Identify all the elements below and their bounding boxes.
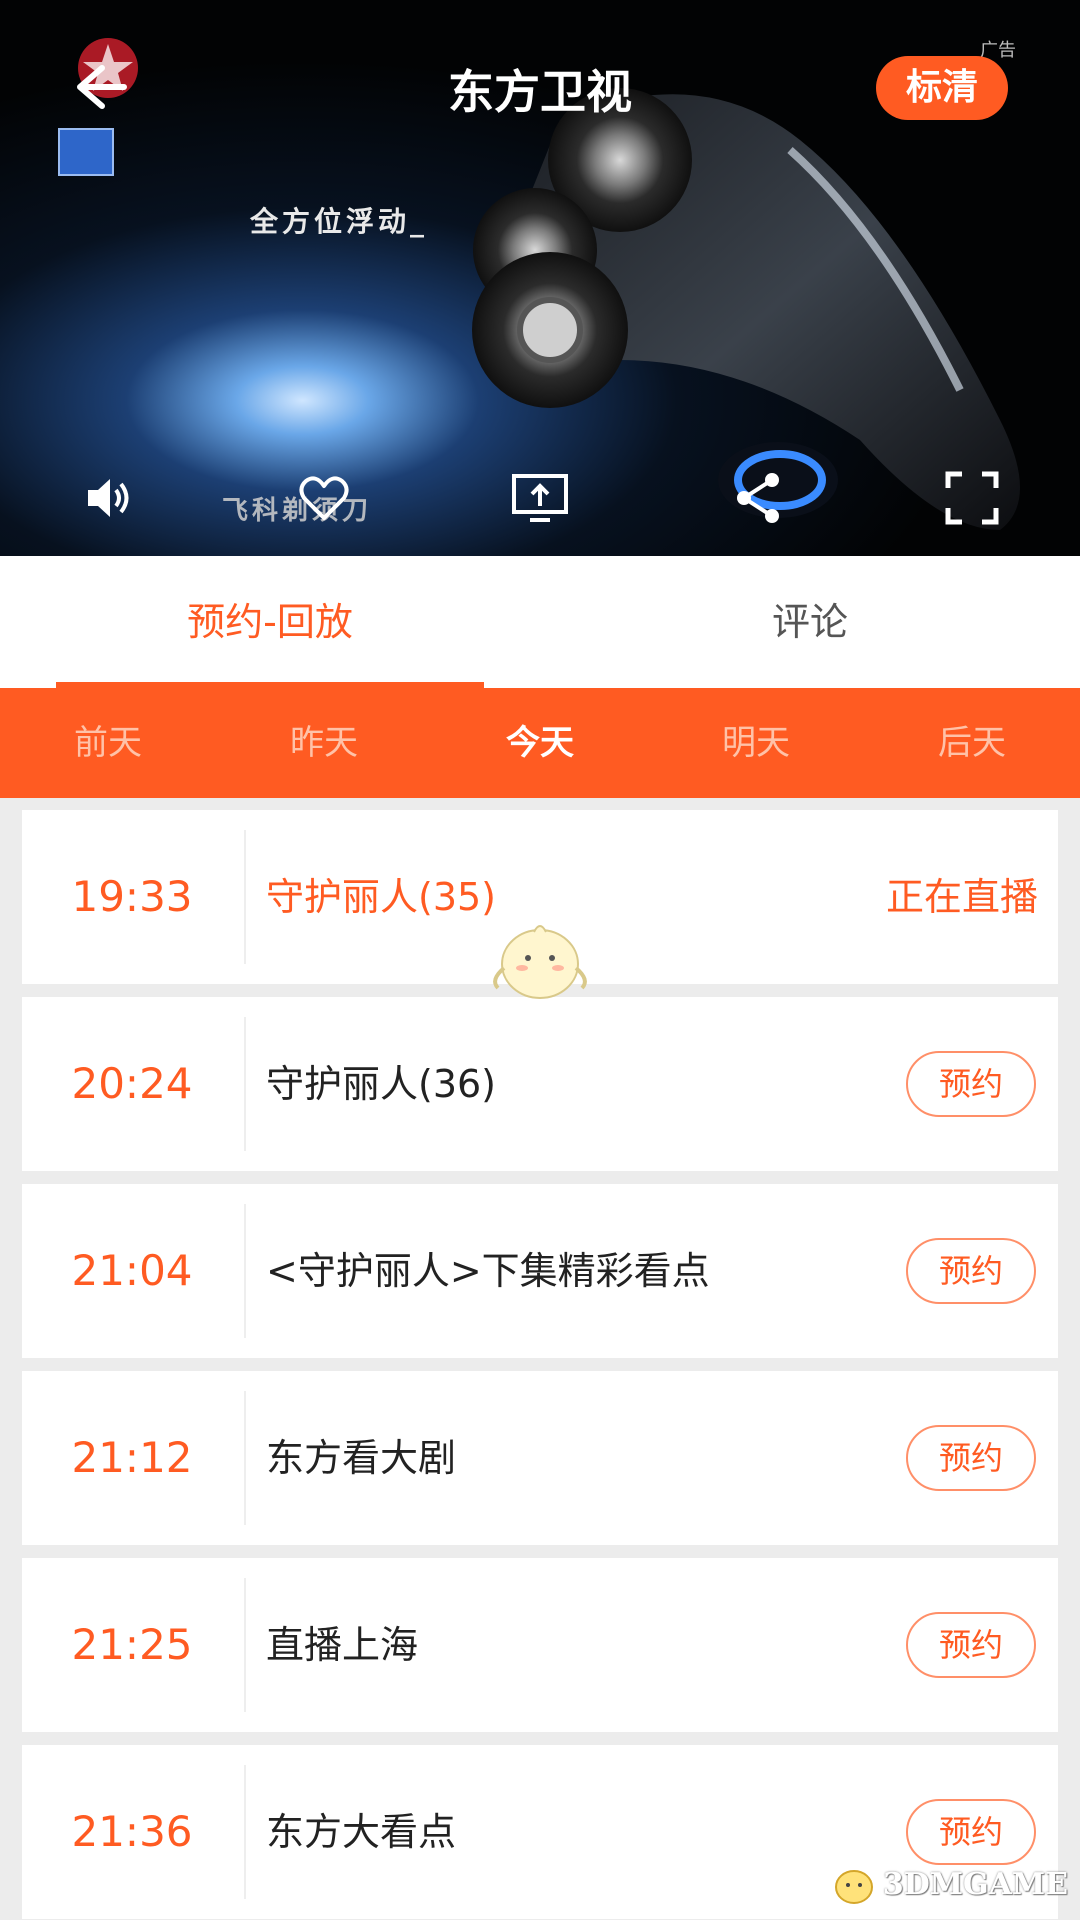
program-name: <守护丽人>下集精彩看点 <box>266 1249 710 1293</box>
day-tomorrow[interactable]: 明天 <box>648 688 864 798</box>
program-name: 东方大看点 <box>266 1810 457 1854</box>
watermark-mascot-icon <box>834 1870 873 1904</box>
reserve-button[interactable]: 预约 <box>906 1799 1036 1865</box>
channel-watermark-badge <box>58 128 114 176</box>
tab-comments[interactable]: 评论 <box>540 556 1080 688</box>
row-divider <box>244 1017 246 1151</box>
program-row[interactable]: 21:25 直播上海 预约 <box>22 1558 1058 1732</box>
day-today[interactable]: 今天 <box>432 688 648 798</box>
site-watermark: 3DMGAME <box>831 1858 1068 1910</box>
program-row[interactable]: 21:04 <守护丽人>下集精彩看点 预约 <box>22 1184 1058 1358</box>
row-divider <box>244 1204 246 1338</box>
program-name: 守护丽人(36) <box>266 1062 497 1106</box>
program-time: 21:04 <box>71 1246 193 1295</box>
program-row[interactable]: 21:12 东方看大剧 预约 <box>22 1371 1058 1545</box>
program-time: 21:36 <box>71 1807 193 1856</box>
heart-icon[interactable] <box>296 470 352 526</box>
reserve-button[interactable]: 预约 <box>906 1238 1036 1304</box>
program-time: 20:24 <box>71 1059 193 1108</box>
day-day-after-tomorrow[interactable]: 后天 <box>864 688 1080 798</box>
reserve-button[interactable]: 预约 <box>906 1425 1036 1491</box>
cast-icon[interactable] <box>510 470 570 526</box>
tab-bar: 预约-回放 评论 <box>0 556 1080 688</box>
row-divider <box>244 1765 246 1899</box>
fullscreen-icon[interactable] <box>944 470 1000 526</box>
row-divider <box>244 1391 246 1525</box>
program-time: 21:12 <box>71 1433 193 1482</box>
day-selector: 前天 昨天 今天 明天 后天 <box>0 688 1080 798</box>
program-row[interactable]: 20:24 守护丽人(36) 预约 <box>22 997 1058 1171</box>
row-divider <box>244 1578 246 1712</box>
reserve-button[interactable]: 预约 <box>906 1051 1036 1117</box>
ad-caption: 全方位浮动_ <box>250 205 429 238</box>
video-player[interactable]: 全方位浮动_ 飞科剃须刀 广告 东方卫视 标清 <box>0 0 1080 556</box>
volume-icon[interactable] <box>80 470 136 526</box>
reserve-button[interactable]: 预约 <box>906 1612 1036 1678</box>
day-yesterday[interactable]: 昨天 <box>216 688 432 798</box>
day-day-before-yesterday[interactable]: 前天 <box>0 688 216 798</box>
live-status-label: 正在直播 <box>885 875 1038 919</box>
program-time: 19:33 <box>71 872 193 921</box>
row-divider <box>244 830 246 964</box>
quality-button[interactable]: 标清 <box>876 56 1008 120</box>
program-name: 直播上海 <box>266 1623 419 1667</box>
program-name: 东方看大剧 <box>266 1436 457 1480</box>
share-icon[interactable] <box>730 470 786 526</box>
tab-schedule-replay[interactable]: 预约-回放 <box>0 556 540 688</box>
program-name: 守护丽人(35) <box>266 875 497 919</box>
floating-mascot-icon[interactable] <box>488 910 592 1006</box>
program-time: 21:25 <box>71 1620 193 1669</box>
watermark-text: 3DMGAME <box>882 1866 1068 1902</box>
